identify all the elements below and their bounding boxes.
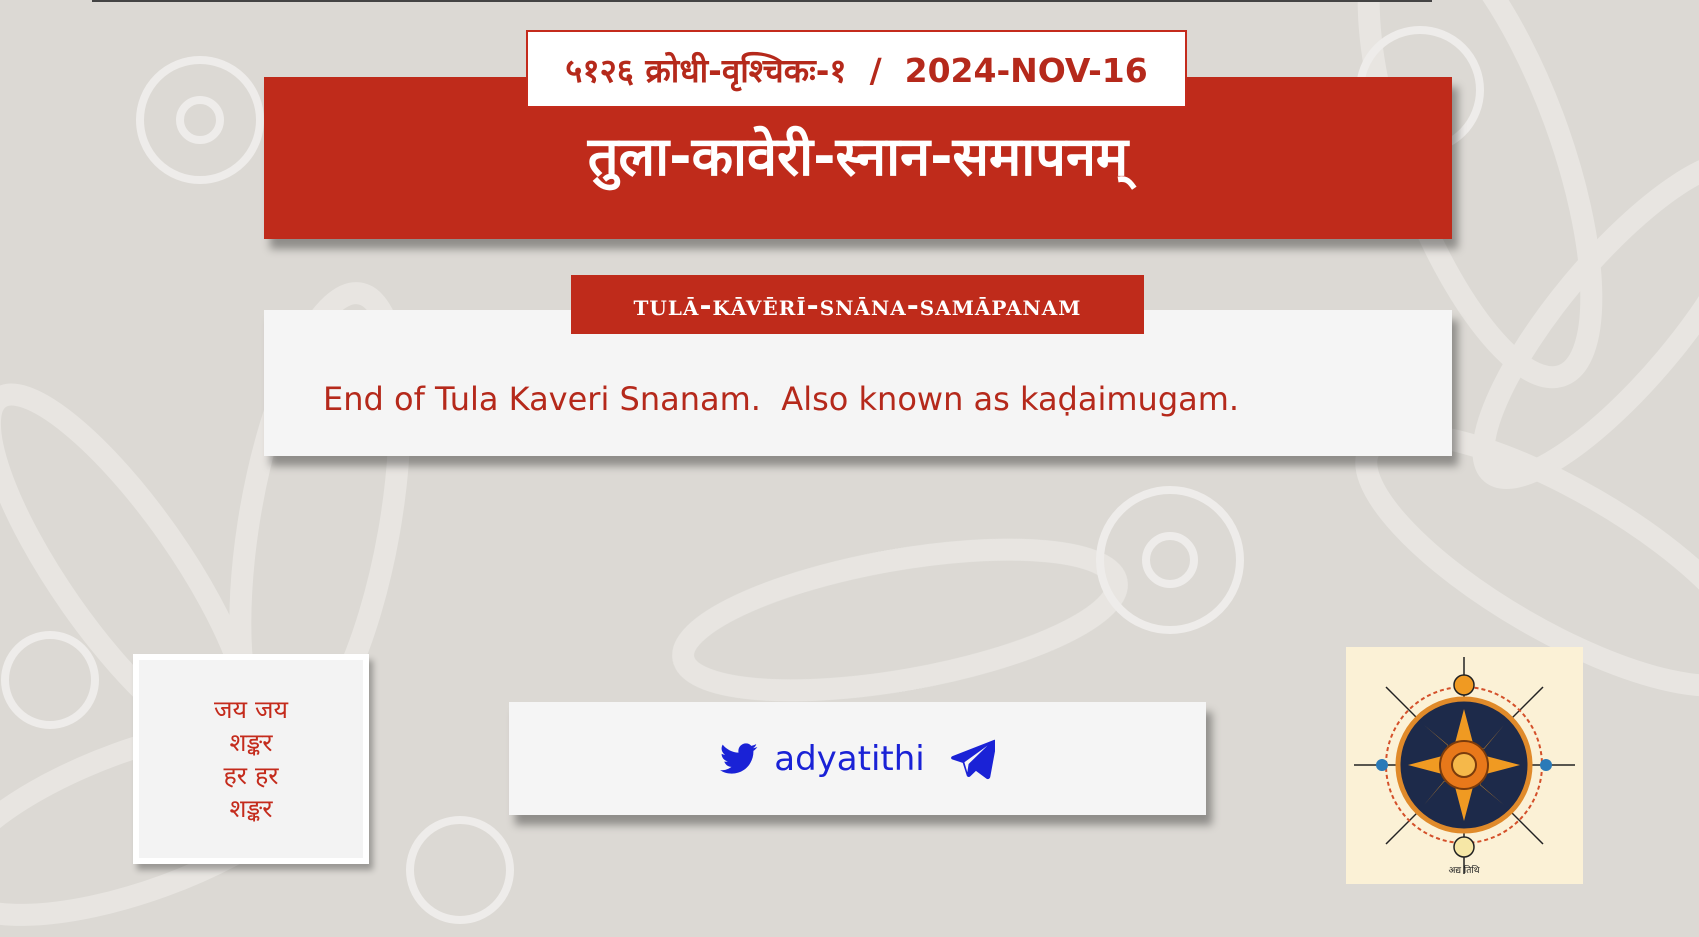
sun-wheel-logo: अद्य तिथि xyxy=(1346,647,1583,884)
festival-description: End of Tula Kaveri Snanam. Also known as… xyxy=(323,380,1240,418)
social-links-card: adyatithi xyxy=(509,702,1206,815)
transliteration-badge: TULĀ-KĀVĒRĪ-SNĀNA-SAMĀPANAM xyxy=(571,275,1144,334)
blessing-line-3: हर हर xyxy=(223,761,279,790)
blessing-line-1: जय जय xyxy=(213,695,289,724)
blessing-line-4: शङ्कर xyxy=(229,794,273,823)
transliteration-text: TULĀ-KĀVĒRĪ-SNĀNA-SAMĀPANAM xyxy=(633,287,1082,322)
date-text: ५१२६ क्रोधी-वृश्चिकः-१ / 2024-NOV-16 xyxy=(565,50,1148,90)
date-badge: ५१२६ क्रोधी-वृश्चिकः-१ / 2024-NOV-16 xyxy=(526,30,1187,108)
telegram-icon[interactable] xyxy=(950,738,995,780)
twitter-icon[interactable] xyxy=(720,742,758,775)
page-title: तुला-कावेरी-स्नान-समापनम् xyxy=(587,125,1129,188)
social-handle[interactable]: adyatithi xyxy=(774,739,924,779)
top-rule xyxy=(92,0,1432,2)
blessing-line-2: शङ्कर xyxy=(229,728,273,757)
blessing-box: जय जय शङ्कर हर हर शङ्कर xyxy=(133,654,369,864)
logo-caption: अद्य तिथि xyxy=(1449,864,1480,876)
